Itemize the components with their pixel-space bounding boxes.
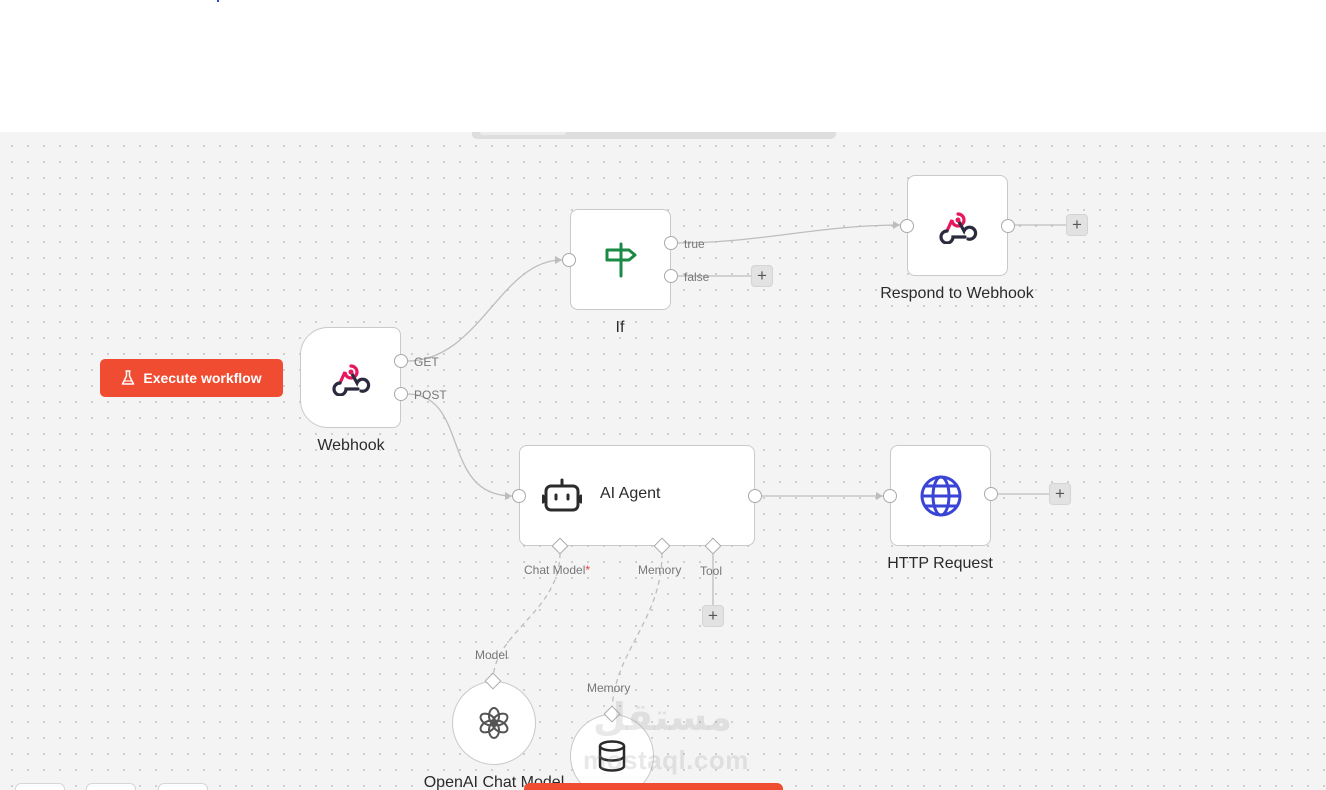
edge-post-to-agent <box>406 393 513 497</box>
cursor-dot <box>217 0 219 2</box>
execute-workflow-button[interactable]: Execute workflow <box>100 359 283 397</box>
robot-icon <box>542 478 582 512</box>
arrow-if <box>555 256 562 264</box>
respond-output-port[interactable] <box>1001 219 1015 233</box>
if-node-label: If <box>615 319 625 336</box>
zoom-to-fit-button[interactable] <box>15 783 65 790</box>
tool-port-label: Tool <box>700 564 723 578</box>
arrow-respond <box>893 221 900 229</box>
openai-icon <box>479 707 509 739</box>
zoom-in-button[interactable] <box>86 783 136 790</box>
ai-agent-node-label: AI Agent <box>600 485 661 502</box>
respond-node-label: Respond to Webhook <box>880 285 1034 302</box>
if-node[interactable] <box>570 209 671 310</box>
http-request-node[interactable] <box>890 445 991 546</box>
webhook-output-post[interactable] <box>394 387 408 401</box>
ai-agent-node[interactable]: AI Agent <box>519 445 755 546</box>
if-input-port[interactable] <box>562 253 576 267</box>
add-node-after-http-button[interactable]: + <box>1049 483 1071 505</box>
watermark-latin: mostaql.com <box>583 745 749 775</box>
webhook-output-get[interactable] <box>394 354 408 368</box>
add-node-after-false-button[interactable]: + <box>751 265 773 287</box>
edge-true-to-respond <box>676 224 901 244</box>
ai-agent-input-port[interactable] <box>512 489 526 503</box>
webhook-node-label: Webhook <box>317 437 385 454</box>
signpost-icon <box>605 242 636 277</box>
if-output-false[interactable] <box>664 269 678 283</box>
add-node-after-respond-button[interactable]: + <box>1066 214 1088 236</box>
http-output-port[interactable] <box>984 487 998 501</box>
post-port-label: POST <box>414 388 447 402</box>
true-port-label: true <box>684 237 705 251</box>
webhook-node[interactable] <box>300 327 401 428</box>
globe-icon <box>920 475 961 516</box>
memory-node-port-label: Memory <box>587 681 631 695</box>
watermark-arabic: مستقل <box>593 695 732 739</box>
execute-workflow-label: Execute workflow <box>143 370 262 386</box>
webhook-icon <box>938 211 977 244</box>
respond-to-webhook-node[interactable] <box>907 175 1008 276</box>
webhook-icon <box>331 363 370 396</box>
if-output-true[interactable] <box>664 236 678 250</box>
add-tool-button[interactable]: + <box>702 605 724 627</box>
zoom-out-button[interactable] <box>158 783 208 790</box>
memory-port-label: Memory <box>638 563 682 577</box>
respond-input-port[interactable] <box>900 219 914 233</box>
http-request-node-label: HTTP Request <box>887 555 993 572</box>
ai-agent-output-port[interactable] <box>748 489 762 503</box>
get-port-label: GET <box>414 355 439 369</box>
flask-icon <box>122 370 135 385</box>
bottom-action-button[interactable] <box>524 783 783 790</box>
edge-get-to-if <box>406 259 563 362</box>
workflow-canvas[interactable]: Execute workflow Webhook GET POST If tru… <box>0 132 1326 790</box>
chat-model-port-label: Chat Model* <box>524 563 591 577</box>
top-blank-area <box>0 0 1326 132</box>
false-port-label: false <box>684 270 710 284</box>
http-input-port[interactable] <box>883 489 897 503</box>
arrow-http <box>876 492 883 500</box>
arrow-agent <box>505 492 512 500</box>
model-port-label: Model <box>475 648 508 662</box>
openai-chat-model-node[interactable] <box>452 681 536 765</box>
